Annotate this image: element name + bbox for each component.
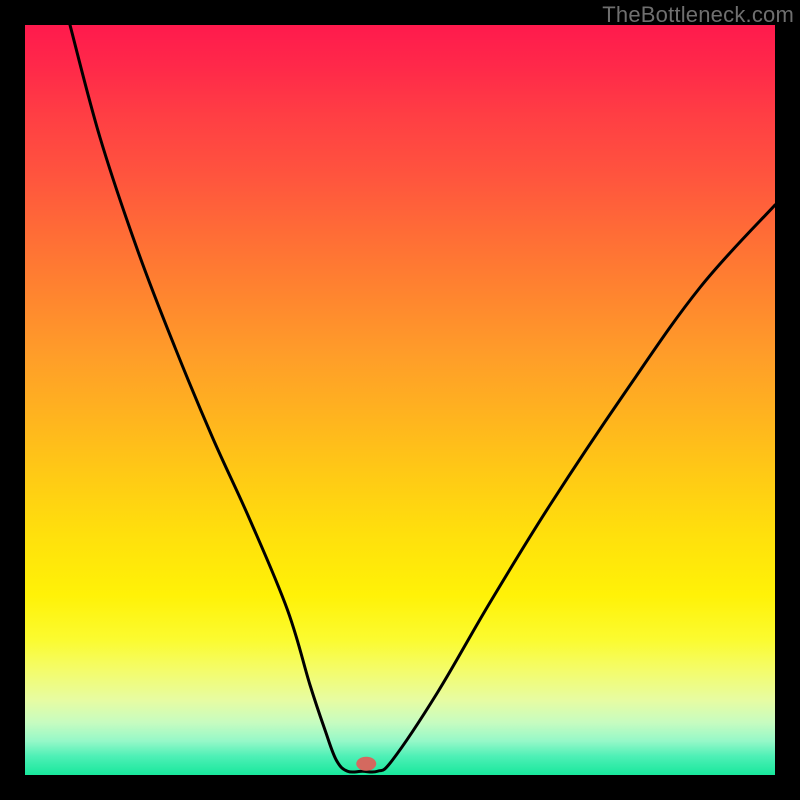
watermark-text: TheBottleneck.com	[602, 2, 794, 28]
bottleneck-curve	[70, 25, 775, 772]
curve-layer	[25, 25, 775, 775]
optimal-marker	[356, 757, 376, 771]
chart-frame: TheBottleneck.com	[0, 0, 800, 800]
plot-area	[25, 25, 775, 775]
